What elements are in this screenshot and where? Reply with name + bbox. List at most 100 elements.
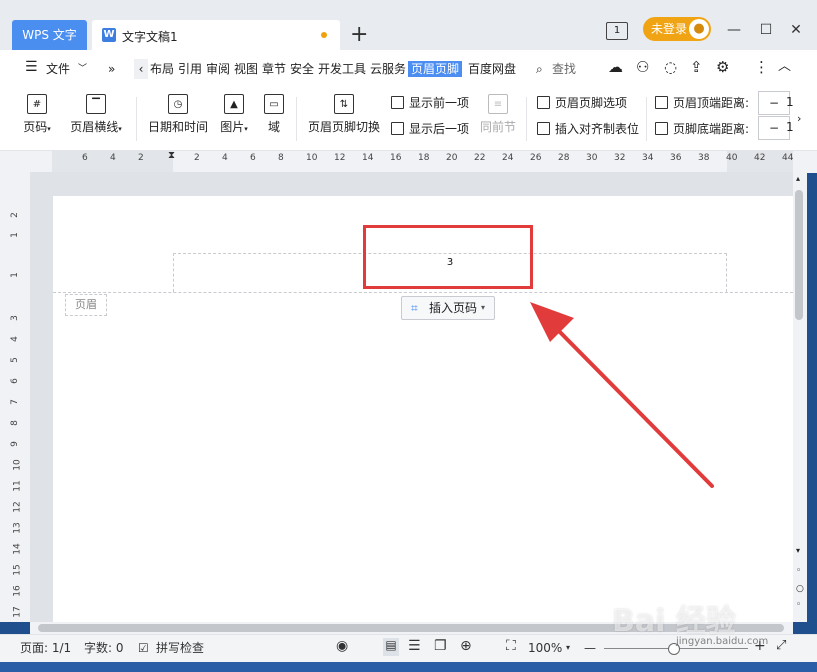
ruler-tick-label: 1: [9, 272, 20, 278]
header-distance-value[interactable]: 1: [786, 95, 794, 109]
page-indicator[interactable]: 页面: 1/1: [20, 641, 71, 655]
fullscreen-icon[interactable]: ⤢: [776, 639, 786, 653]
menu-cloud[interactable]: 云服务: [370, 61, 406, 77]
zoom-out-icon[interactable]: —: [584, 641, 596, 655]
tab-count-icon[interactable]: 1: [606, 22, 628, 40]
more-options-icon[interactable]: ⋮: [754, 59, 769, 75]
document-tab[interactable]: W 文字文稿1: [92, 20, 340, 50]
menu-chapter[interactable]: 章节: [262, 61, 286, 77]
outline-view-icon[interactable]: ☰: [408, 639, 421, 653]
header-footer-switch-label: 页眉页脚切换: [307, 120, 380, 134]
ruler-tick-label: 16: [390, 153, 402, 163]
close-button[interactable]: ✕: [786, 20, 806, 40]
field-button[interactable]: ▭ 域: [262, 94, 286, 135]
header-top-distance-label-group: 页眉顶端距离:: [655, 95, 749, 111]
login-button[interactable]: 未登录 ●: [643, 17, 711, 41]
picture-label: 图片: [220, 120, 245, 134]
ruler-tick-label: 20: [446, 153, 458, 163]
menu-view[interactable]: 视图: [234, 61, 258, 77]
web-view-icon[interactable]: ⊕: [460, 639, 472, 653]
menu-references[interactable]: 引用: [178, 61, 202, 77]
ruler-tick-label: 34: [642, 153, 654, 163]
maximize-button[interactable]: ☐: [756, 20, 776, 40]
page-number-button[interactable]: # 页码▾: [20, 94, 54, 135]
word-count[interactable]: 字数: 0: [84, 641, 124, 655]
footer-distance-value[interactable]: 1: [786, 120, 794, 134]
minimize-button[interactable]: —: [724, 20, 744, 40]
ruler-tick-label: 3: [9, 315, 20, 321]
ruler-tick-label: 28: [558, 153, 570, 163]
insert-page-number-button[interactable]: ⌗ 插入页码 ▾: [401, 296, 495, 320]
menu-baidu-netdisk[interactable]: 百度网盘: [468, 61, 516, 77]
scroll-up-icon[interactable]: ▴: [796, 174, 800, 183]
add-user-icon[interactable]: ⚇: [636, 59, 649, 75]
ruler-tick-label: 30: [586, 153, 598, 163]
insert-align-tab-button[interactable]: 插入对齐制表位: [537, 121, 639, 137]
ruler-tick-label: 6: [250, 153, 256, 163]
menu-layout[interactable]: 布局: [150, 61, 174, 77]
ruler-tick-label: 8: [9, 420, 20, 426]
ruler-tick-label: 8: [278, 153, 284, 163]
chevron-down-icon[interactable]: ﹀: [78, 61, 87, 77]
vertical-scrollbar-thumb[interactable]: [795, 190, 803, 320]
header-line-label: 页眉横线: [70, 120, 119, 134]
menu-file[interactable]: 文件: [46, 61, 70, 77]
spellcheck-icon[interactable]: ☑: [138, 641, 149, 655]
date-time-button[interactable]: ◷ 日期和时间: [146, 94, 210, 135]
ruler-tick-label: 4: [222, 153, 228, 163]
comment-icon[interactable]: ◌: [664, 59, 677, 75]
search-label[interactable]: 查找: [552, 61, 576, 77]
ruler-tick-label: 4: [9, 336, 20, 342]
picture-icon: ▲: [224, 94, 244, 114]
next-page-icon[interactable]: ◦: [796, 600, 801, 610]
previous-page-icon[interactable]: ◦: [796, 566, 801, 576]
zoom-level[interactable]: 100%: [528, 641, 562, 655]
show-next-button[interactable]: 显示后一项: [391, 121, 469, 137]
menu-devtools[interactable]: 开发工具: [318, 61, 366, 77]
header-footer-switch-button[interactable]: ⇅ 页眉页脚切换: [306, 94, 382, 135]
same-as-previous-button[interactable]: ≡ 同前节: [478, 94, 518, 135]
menu-header-footer[interactable]: 页眉页脚: [408, 61, 463, 77]
cloud-sync-icon[interactable]: ☁: [608, 59, 623, 75]
header-distance-icon: [655, 96, 668, 109]
eye-protection-icon[interactable]: ◉: [336, 639, 348, 653]
ruler-tick-label: 40: [726, 153, 738, 163]
ruler-tick-label: 17: [12, 606, 23, 618]
header-footer-options-button[interactable]: 页眉页脚选项: [537, 95, 627, 111]
header-line-button[interactable]: ▔ 页眉横线▾: [66, 94, 126, 135]
new-tab-button[interactable]: +: [350, 20, 368, 50]
header-tag: 页眉: [65, 294, 107, 316]
reading-view-icon[interactable]: ❐: [434, 639, 447, 653]
more-menus-icon[interactable]: »: [108, 61, 115, 77]
zoom-dropdown-icon[interactable]: ▾: [566, 641, 570, 655]
share-icon[interactable]: ⇪: [690, 59, 703, 75]
menu-security[interactable]: 安全: [290, 61, 314, 77]
ruler-tick-label: 22: [474, 153, 486, 163]
avatar-icon: ●: [689, 19, 709, 39]
calendar-clock-icon: ◷: [168, 94, 188, 114]
show-previous-button[interactable]: 显示前一项: [391, 95, 469, 111]
gear-icon[interactable]: ⚙: [716, 59, 729, 75]
menu-review[interactable]: 审阅: [206, 61, 230, 77]
page-view-icon[interactable]: ▤: [383, 638, 399, 656]
collapse-ribbon-icon[interactable]: ︿: [778, 59, 791, 75]
scroll-down-icon[interactable]: ▾: [796, 546, 800, 555]
ruler-tick-label: 9: [9, 441, 20, 447]
page-number-label: 页码: [23, 120, 48, 134]
chevron-down-icon: ▾: [481, 303, 486, 312]
spellcheck-label[interactable]: 拼写检查: [156, 641, 204, 655]
show-previous-icon: [391, 96, 404, 109]
ruler-tick-label: 10: [306, 153, 318, 163]
ribbon-scroll-right-icon[interactable]: ›: [797, 112, 801, 125]
wps-app-tab[interactable]: WPS 文字: [12, 20, 87, 50]
hamburger-menu-icon[interactable]: ☰: [25, 59, 38, 75]
ribbon-separator: [296, 97, 297, 141]
search-icon[interactable]: ⌕: [536, 61, 543, 77]
ruler-tick-label: 15: [12, 564, 23, 576]
scroll-left-icon[interactable]: ‹: [134, 59, 148, 79]
indent-marker-icon[interactable]: ⧗: [168, 150, 175, 161]
ribbon-separator: [136, 97, 137, 141]
select-browse-icon[interactable]: ○: [796, 584, 804, 594]
fit-page-icon[interactable]: ⛶: [506, 639, 516, 653]
picture-button[interactable]: ▲ 图片▾: [216, 94, 252, 135]
